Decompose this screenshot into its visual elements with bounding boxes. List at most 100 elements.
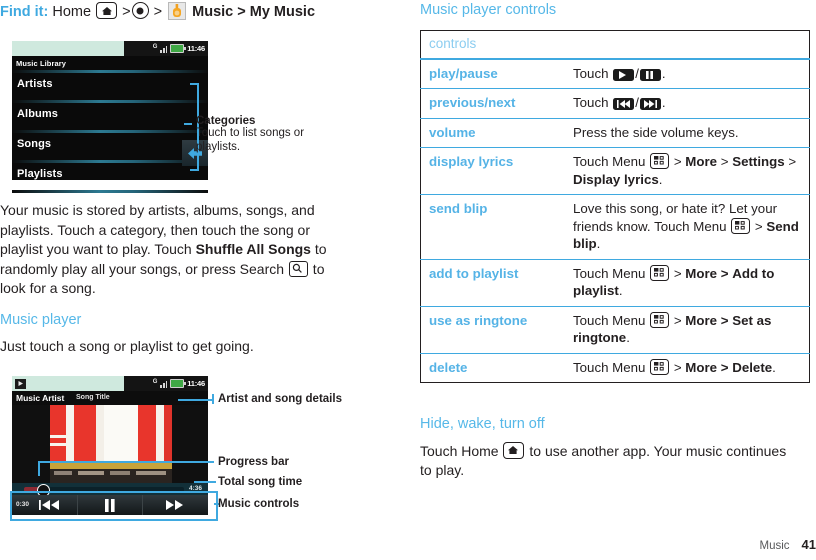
callout-desc-line2: playlists.	[196, 140, 241, 153]
value-bold: More >	[685, 359, 729, 375]
list-item-label: Albums	[17, 108, 58, 120]
value-suffix: .	[661, 65, 666, 81]
row-key: play/pause	[429, 65, 498, 81]
now-playing-row: Music Artist Song Title	[12, 391, 208, 405]
status-bar: G 11:46	[12, 41, 208, 56]
now-playing-icon	[15, 378, 26, 389]
value-sep: >	[670, 312, 686, 328]
menu-icon	[650, 153, 670, 169]
row-key: display lyrics	[429, 154, 514, 169]
screenshot-music-library: G 11:46 Music Library Artists Albums Son…	[12, 41, 208, 193]
callout-leader-progress-stem	[38, 461, 40, 476]
value-text: Touch Menu	[573, 154, 650, 169]
value-suffix: .	[618, 283, 623, 298]
music-player-body: Just touch a song or playlist to get goi…	[0, 338, 254, 354]
menu-icon	[731, 217, 751, 234]
callout-title: Categories	[196, 115, 256, 127]
divider	[12, 190, 208, 193]
manual-page: Find it: Home > > Music > My Music G 11:…	[0, 0, 816, 560]
callout-desc-line1: Touch to list songs or	[196, 127, 305, 139]
left-column: Find it: Home > > Music > My Music G 11:…	[0, 0, 400, 560]
value-text: Touch Menu	[654, 218, 731, 234]
search-icon	[288, 260, 308, 277]
value-text: Touch Menu	[573, 359, 650, 375]
signal-icon	[160, 380, 168, 388]
album-art-area	[12, 405, 208, 483]
row-value: Touch Menu > More > Set as ringtone.	[565, 306, 810, 353]
callout-leader-total-time	[194, 481, 216, 483]
play-icon	[613, 68, 635, 81]
body-text: Touch Home	[420, 443, 503, 459]
home-icon	[96, 2, 118, 19]
value-bold: Settings	[732, 154, 785, 169]
find-it-path: Find it: Home > > Music > My Music	[0, 2, 400, 22]
value-sep: >	[751, 218, 767, 234]
row-value: Love this song, or hate it? Let your fri…	[565, 195, 810, 260]
hide-wake-body: Touch Home to use another app. Your musi…	[420, 442, 800, 480]
status-time: 11:46	[187, 379, 205, 388]
footer-chapter: Music	[759, 540, 790, 552]
row-value: Touch Menu > More > Delete.	[565, 353, 810, 383]
value-bold: Delete	[732, 359, 773, 375]
value-sep: >	[784, 154, 797, 169]
value-sep: >	[670, 265, 686, 281]
song-title: Song Title	[76, 394, 110, 401]
table-row-volume: volume Press the side volume keys.	[420, 118, 810, 148]
callout-tick	[212, 394, 214, 404]
row-key: volume	[429, 124, 476, 140]
value-suffix: .	[772, 359, 776, 375]
callout-box-music-controls	[10, 491, 218, 521]
right-column: Music player controls controls play/paus…	[420, 0, 816, 560]
row-key: add to playlist	[429, 265, 519, 281]
callout-leader-artist	[178, 399, 214, 401]
value-bold: More >	[685, 312, 729, 328]
list-item-playlists[interactable]: Playlists	[12, 163, 208, 190]
table-row-previous-next: previous/next Touch /.	[420, 88, 810, 119]
battery-icon	[170, 379, 187, 388]
table-row-use-as-ringtone: use as ringtone Touch Menu > More > Set …	[420, 306, 810, 353]
callout-leader-progress	[38, 461, 214, 463]
value-bold: More	[685, 154, 718, 169]
status-time: 11:46	[187, 44, 205, 53]
find-it-label: Find it:	[0, 4, 49, 20]
list-item-label: Songs	[17, 138, 52, 150]
library-title: Music Library	[16, 59, 67, 68]
row-value: Touch Menu > More > Add to playlist.	[565, 259, 810, 306]
carrier-label: G	[152, 378, 158, 385]
row-value: Touch /.	[565, 59, 810, 89]
controls-table: controls play/pause Touch /. previous/ne…	[420, 30, 810, 383]
row-value: Touch Menu > More > Settings > Display l…	[565, 148, 810, 195]
find-it-home-label: Home	[52, 4, 92, 20]
table-row-add-to-playlist: add to playlist Touch Menu > More > Add …	[420, 259, 810, 306]
table-row-send-blip: send blip Love this song, or hate it? Le…	[420, 194, 810, 260]
menu-icon	[650, 358, 670, 375]
row-key: delete	[429, 359, 468, 375]
value-suffix: .	[658, 171, 663, 187]
value-sep: >	[717, 154, 733, 169]
heading-music-player: Music player	[0, 312, 82, 328]
artist-name: Music Artist	[16, 393, 65, 403]
table-row-delete: delete Touch Menu > More > Delete.	[420, 353, 810, 383]
previous-icon	[613, 98, 635, 110]
callout-artist-song-details: Artist and song details	[218, 393, 342, 405]
callout-music-controls: Music controls	[218, 498, 300, 510]
find-it-app-path: Music > My Music	[192, 4, 316, 20]
list-item-albums[interactable]: Albums	[12, 103, 208, 130]
value-sep: >	[670, 359, 686, 375]
value-bold: Display lyrics	[573, 171, 659, 187]
value-suffix: .	[596, 236, 601, 251]
row-key: previous/next	[429, 95, 516, 110]
heading-hide-wake-turn-off: Hide, wake, turn off	[420, 416, 545, 432]
status-bar: G 11:46	[12, 376, 208, 391]
battery-icon	[170, 44, 187, 53]
list-item-songs[interactable]: Songs	[12, 133, 208, 160]
list-item-artists[interactable]: Artists	[12, 73, 208, 100]
value-bold: More >	[685, 265, 729, 281]
menu-icon	[650, 264, 670, 281]
music-app-icon	[168, 2, 187, 20]
menu-icon	[650, 311, 670, 328]
callout-total-song-time: Total song time	[218, 476, 303, 488]
table-row-play-pause: play/pause Touch /.	[420, 58, 810, 89]
page-footer: Music 41	[760, 537, 816, 552]
value-sep: >	[670, 154, 686, 169]
